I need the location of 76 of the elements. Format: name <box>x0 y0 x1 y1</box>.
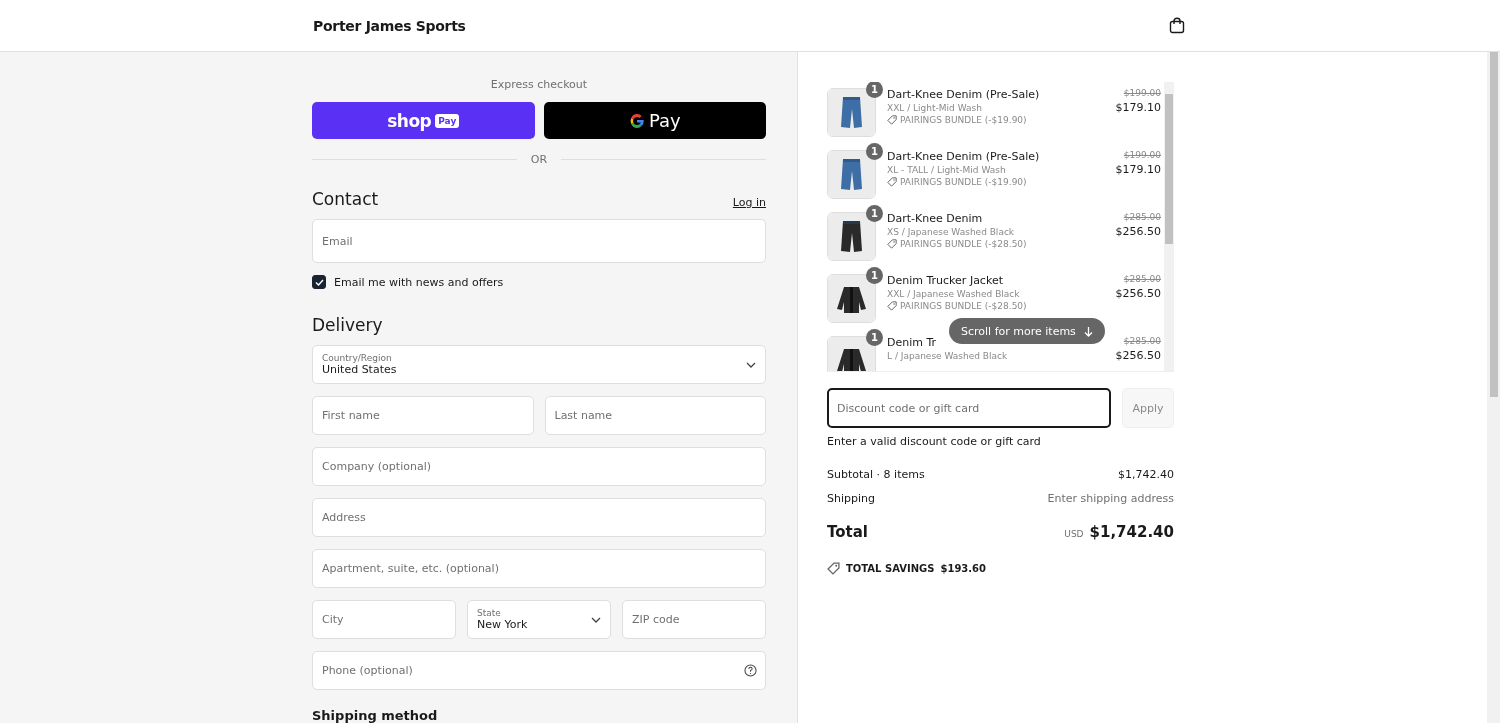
product-price: $179.10 <box>1115 163 1161 176</box>
select-field[interactable]: State New York <box>467 600 611 639</box>
select-field[interactable]: Country/Region United States <box>312 345 766 384</box>
product-variant: XL - TALL / Light-Mid Wash <box>887 165 1007 175</box>
product-price: $256.50 <box>1115 287 1161 300</box>
store-name[interactable]: Porter James Sports <box>313 17 466 34</box>
original-price: $199.00 <box>1123 150 1161 160</box>
checkbox-label: Email me with news and offers <box>334 275 504 289</box>
input-field[interactable]: Phone (optional) <box>312 651 766 690</box>
product-price: $256.50 <box>1115 349 1161 362</box>
tag-icon <box>887 239 897 249</box>
scroll-hint-button[interactable]: Scroll for more items <box>949 318 1105 344</box>
section-heading: Contact <box>312 189 379 209</box>
checkbox[interactable] <box>312 275 326 289</box>
product-name: Denim Tr <box>887 336 937 349</box>
divider-label: OR <box>530 153 548 166</box>
quantity-badge: 1 <box>866 205 883 222</box>
total-value: $1,742.40 <box>1089 523 1174 541</box>
section-heading: Shipping method <box>312 708 439 723</box>
total-label: Total <box>827 523 868 541</box>
quantity-badge: 1 <box>866 329 883 346</box>
shopping-bag-icon[interactable] <box>1169 17 1185 34</box>
input-field[interactable]: Company (optional) <box>312 447 766 486</box>
tag-icon <box>887 301 897 311</box>
error-message: Enter a valid discount code or gift card <box>827 435 1042 448</box>
summary-value: Enter shipping address <box>1047 492 1174 505</box>
section-heading: Delivery <box>312 315 383 335</box>
product-price: $256.50 <box>1115 225 1161 238</box>
original-price: $285.00 <box>1123 212 1161 222</box>
original-price: $285.00 <box>1123 274 1161 284</box>
input-field[interactable]: Address <box>312 498 766 537</box>
original-price: $285.00 <box>1123 336 1161 346</box>
shop-pay-button[interactable]: shop Pay <box>312 102 535 139</box>
savings-label: TOTAL SAVINGS <box>846 563 935 574</box>
product-variant: L / Japanese Washed Black <box>887 351 1009 361</box>
tag-icon <box>827 562 840 575</box>
product-name: Dart-Knee Denim (Pre-Sale) <box>887 150 1040 163</box>
arrow-down-icon <box>1083 325 1093 337</box>
summary-label: Shipping <box>827 492 875 505</box>
input-field[interactable]: Apartment, suite, etc. (optional) <box>312 549 766 588</box>
scrollbar[interactable] <box>1164 82 1174 371</box>
product-price: $179.10 <box>1115 101 1161 114</box>
input-field[interactable]: First name <box>312 396 534 435</box>
product-variant: XS / Japanese Washed Black <box>887 227 1016 237</box>
quantity-badge: 1 <box>866 267 883 284</box>
discount-label: PAIRINGS BUNDLE (-$19.90) <box>900 115 1027 125</box>
product-name: Dart-Knee Denim <box>887 212 983 225</box>
help-icon[interactable] <box>744 664 757 677</box>
page-scrollbar[interactable] <box>1487 52 1500 723</box>
discount-label: PAIRINGS BUNDLE (-$28.50) <box>900 239 1027 249</box>
product-name: Denim Trucker Jacket <box>887 274 1003 287</box>
product-name: Dart-Knee Denim (Pre-Sale) <box>887 88 1040 101</box>
discount-field[interactable]: Discount code or gift card <box>827 388 1111 428</box>
product-variant: XXL / Light-Mid Wash <box>887 103 983 113</box>
input-field[interactable]: City <box>312 600 456 639</box>
tag-icon <box>887 115 897 125</box>
product-variant: XXL / Japanese Washed Black <box>887 289 1021 299</box>
original-price: $199.00 <box>1123 88 1161 98</box>
input-field[interactable]: Last name <box>544 396 766 435</box>
currency-code: USD <box>1064 529 1084 539</box>
tag-icon <box>887 177 897 187</box>
discount-label: PAIRINGS BUNDLE (-$28.50) <box>900 301 1027 311</box>
chevron-down-icon <box>746 361 756 368</box>
login-link[interactable]: Log in <box>732 196 766 209</box>
summary-label: Subtotal · 8 items <box>827 468 925 481</box>
g-logo-icon <box>628 112 645 129</box>
quantity-badge: 1 <box>866 143 883 160</box>
savings-value: $193.60 <box>940 563 986 574</box>
email-field[interactable]: Email <box>312 219 766 263</box>
section-label: Express checkout <box>489 78 589 91</box>
google-pay-button[interactable]: Pay <box>543 102 766 139</box>
discount-label: PAIRINGS BUNDLE (-$19.90) <box>900 177 1027 187</box>
summary-value: $1,742.40 <box>1118 468 1174 481</box>
quantity-badge: 1 <box>866 82 883 98</box>
input-field[interactable]: ZIP code <box>622 600 766 639</box>
chevron-down-icon <box>591 616 601 623</box>
